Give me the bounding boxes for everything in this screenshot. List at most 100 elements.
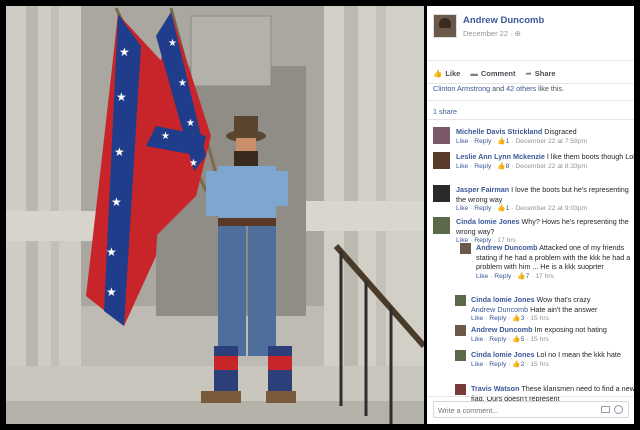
like-button[interactable]: 👍 Like bbox=[433, 69, 460, 78]
comment-timestamp[interactable]: December 22 at 7:59pm bbox=[515, 138, 587, 145]
reply-body: Andrew Duncomb Attacked one of my friend… bbox=[476, 243, 634, 281]
comment-text: Leslie Ann Lynn Mckenzie I like them boo… bbox=[456, 152, 634, 162]
svg-text:★: ★ bbox=[116, 90, 127, 104]
reply-text: Cinda lomie Jones Wow that's crazy bbox=[471, 295, 634, 305]
reply-author[interactable]: Cinda lomie Jones bbox=[471, 295, 535, 304]
thumbs-up-icon: 👍 bbox=[517, 272, 526, 280]
comment-author[interactable]: Michelle Davis Strickland bbox=[456, 127, 542, 136]
comment-timestamp[interactable]: 15 hrs bbox=[530, 336, 549, 343]
comment-message: Disgraced bbox=[542, 127, 577, 136]
thumbs-up-icon: 👍 bbox=[433, 68, 443, 78]
comment-button[interactable]: ▬ Comment bbox=[470, 69, 515, 78]
liker-link[interactable]: Clinton Armstrong bbox=[433, 84, 490, 93]
reply-body: Cinda lomie Jones Lol no I mean the kkk … bbox=[471, 350, 634, 369]
svg-text:★: ★ bbox=[106, 285, 117, 299]
write-comment-input[interactable] bbox=[438, 404, 598, 416]
comment-reply-link[interactable]: Reply bbox=[489, 336, 506, 343]
svg-text:★: ★ bbox=[119, 45, 130, 59]
svg-text:★: ★ bbox=[106, 245, 117, 259]
comment-like-link[interactable]: Like bbox=[476, 273, 488, 280]
svg-text:★: ★ bbox=[168, 38, 177, 49]
emoji-icon[interactable] bbox=[614, 405, 623, 414]
like-label: Like bbox=[445, 68, 461, 78]
likes-text-end: like this. bbox=[536, 84, 565, 93]
svg-text:★: ★ bbox=[178, 78, 187, 89]
divider bbox=[427, 396, 634, 397]
reply-text: Cinda lomie Jones Lol no I mean the kkk … bbox=[471, 350, 634, 360]
post-date[interactable]: December 22 · ⊕ bbox=[463, 29, 521, 38]
post-author-name[interactable]: Andrew Duncomb bbox=[463, 15, 544, 26]
reply-avatar[interactable] bbox=[455, 295, 466, 306]
share-button[interactable]: ➦ Share bbox=[525, 69, 555, 78]
reply-subtext: Andrew Duncomb Hate ain't the answer bbox=[471, 305, 634, 315]
reply-author[interactable]: Travis Watson bbox=[471, 384, 519, 393]
comment-body: Michelle Davis Strickland Disgraced Like … bbox=[456, 127, 634, 146]
comment-author[interactable]: Cinda lomie Jones bbox=[456, 217, 520, 226]
thumbs-up-icon: 👍 bbox=[497, 205, 506, 212]
svg-text:★: ★ bbox=[111, 195, 122, 209]
reply-avatar[interactable] bbox=[460, 243, 471, 254]
reply-avatar[interactable] bbox=[455, 325, 466, 336]
comment-reply-link[interactable]: Reply bbox=[474, 205, 491, 212]
reply-avatar[interactable] bbox=[455, 350, 466, 361]
write-comment-box[interactable] bbox=[433, 401, 629, 418]
comment-timestamp[interactable]: 17 hrs bbox=[535, 273, 554, 280]
commenter-avatar[interactable] bbox=[433, 185, 450, 202]
post-photo[interactable]: ★ ★ ★ ★ ★ ★ ★ ★ ★ ★ ★ bbox=[6, 6, 424, 424]
comment-meta: Like · Reply · 👍8 · December 22 at 8:33p… bbox=[456, 162, 634, 172]
comment-reply-link[interactable]: Reply bbox=[489, 361, 506, 368]
comment-body: Leslie Ann Lynn Mckenzie I like them boo… bbox=[456, 152, 634, 171]
thumbs-up-icon: 👍 bbox=[497, 162, 506, 170]
comment-reply-link[interactable]: Reply bbox=[494, 273, 511, 280]
comment-icon: ▬ bbox=[470, 68, 478, 78]
post-header: Andrew Duncomb December 22 · ⊕ bbox=[433, 14, 629, 44]
mentioned-user[interactable]: Andrew Duncomb bbox=[471, 305, 528, 314]
comment-timestamp[interactable]: December 22 at 8:33pm bbox=[515, 163, 587, 170]
others-link[interactable]: 42 others bbox=[506, 84, 536, 93]
post-actions: 👍 Like ▬ Comment ➦ Share bbox=[433, 66, 556, 80]
comment-reply-link[interactable]: Reply bbox=[474, 138, 491, 145]
comment-like-link[interactable]: Like bbox=[456, 163, 468, 170]
commenter-avatar[interactable] bbox=[433, 127, 450, 144]
reply-author[interactable]: Andrew Duncomb bbox=[471, 325, 533, 334]
thumbs-up-icon: 👍 bbox=[497, 137, 506, 145]
commenter-avatar[interactable] bbox=[433, 152, 450, 169]
divider bbox=[427, 119, 634, 120]
comment-text: Jasper Fairman I love the boots but he's… bbox=[456, 185, 634, 204]
comment-like-link[interactable]: Like bbox=[471, 336, 483, 343]
comment-author[interactable]: Leslie Ann Lynn Mckenzie bbox=[456, 152, 545, 161]
comment-body: Cinda lomie Jones Why? Hows he's represe… bbox=[456, 217, 634, 246]
comment-timestamp[interactable]: 15 hrs bbox=[530, 361, 549, 368]
divider bbox=[427, 60, 634, 61]
comment-like-link[interactable]: Like bbox=[471, 315, 483, 322]
reply-message: Im exposing not hating bbox=[532, 325, 607, 334]
camera-icon[interactable] bbox=[601, 406, 610, 413]
comment-reply-link[interactable]: Reply bbox=[474, 163, 491, 170]
reply-message: Wow that's crazy bbox=[534, 295, 591, 304]
reply-author[interactable]: Cinda lomie Jones bbox=[471, 350, 535, 359]
comment-like-link[interactable]: Like bbox=[456, 205, 468, 212]
comment-meta: Like · Reply · 👍1 · December 22 at 9:03p… bbox=[456, 204, 634, 214]
shares-count[interactable]: 1 share bbox=[433, 107, 457, 116]
likes-summary: Clinton Armstrong and 42 others like thi… bbox=[433, 84, 564, 93]
reply-body: Andrew Duncomb Im exposing not hating Lik… bbox=[471, 325, 634, 344]
comment-meta: Like · Reply · 👍3 · 15 hrs bbox=[471, 314, 634, 324]
comment-label: Comment bbox=[480, 68, 516, 78]
comment-author[interactable]: Jasper Fairman bbox=[456, 185, 509, 194]
comment-reply-link[interactable]: Reply bbox=[489, 315, 506, 322]
comment-text: Cinda lomie Jones Why? Hows he's represe… bbox=[456, 217, 634, 236]
comment-meta: Like · Reply · 👍5 · 15 hrs bbox=[471, 335, 634, 345]
comment-timestamp[interactable]: 15 hrs bbox=[530, 315, 549, 322]
author-avatar[interactable] bbox=[433, 14, 457, 38]
comment-like-link[interactable]: Like bbox=[471, 361, 483, 368]
reply-avatar[interactable] bbox=[455, 384, 466, 395]
reply-text: Andrew Duncomb Im exposing not hating bbox=[471, 325, 634, 335]
commenter-avatar[interactable] bbox=[433, 217, 450, 234]
comment-timestamp[interactable]: December 22 at 9:03pm bbox=[515, 205, 587, 212]
comment-like-link[interactable]: Like bbox=[456, 138, 468, 145]
reply-text: Andrew Duncomb Attacked one of my friend… bbox=[476, 243, 634, 272]
reply-author[interactable]: Andrew Duncomb bbox=[476, 243, 538, 252]
likes-text: and bbox=[490, 84, 507, 93]
divider bbox=[427, 100, 634, 101]
comment-meta: Like · Reply · 👍2 · 15 hrs bbox=[471, 360, 634, 370]
